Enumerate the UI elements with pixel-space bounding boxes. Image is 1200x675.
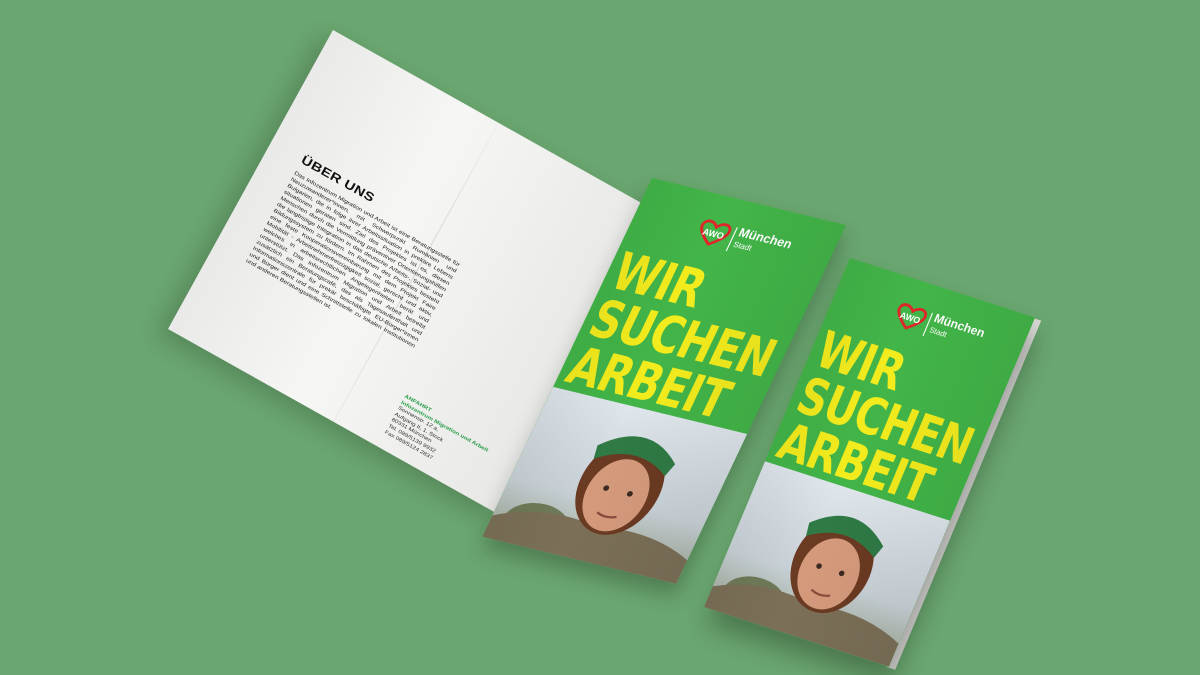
brochure-mockup-scene: ÜBER UNS Das Infozentrum Migration und A…: [0, 0, 1200, 675]
about-body-text: Das Infozentrum Migration und Arbeit ist…: [244, 170, 461, 350]
logo-sub: Stadt: [731, 241, 753, 253]
contact-block: ANFAHRT Infozentrum Migration und Arbeit…: [383, 394, 516, 497]
